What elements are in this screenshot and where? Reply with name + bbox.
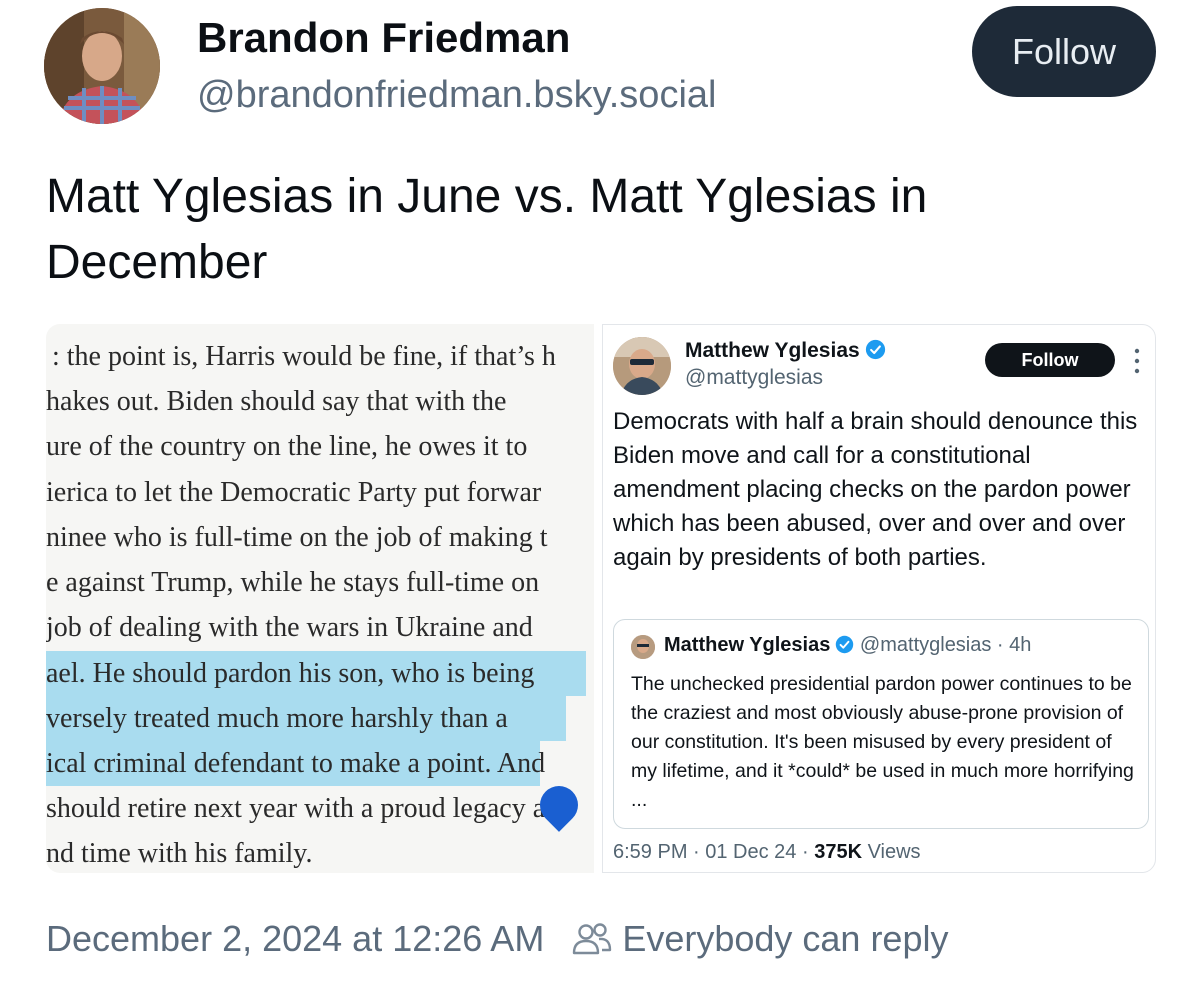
excerpt-line: nd time with his family. (46, 838, 313, 869)
tweet-text: Democrats with half a brain should denou… (613, 408, 1138, 571)
tweet-author-name-text: Matthew Yglesias (685, 339, 860, 362)
author-name[interactable]: Brandon Friedman (197, 14, 570, 62)
people-icon (573, 923, 612, 955)
excerpt-line: ure of the country on the line, he owes … (46, 431, 528, 462)
excerpt-line: hakes out. Biden should say that with th… (46, 386, 507, 417)
author-handle[interactable]: @brandonfriedman.bsky.social (197, 74, 716, 117)
tweet-views-label: Views (862, 841, 921, 863)
quoted-tweet-avatar (631, 635, 655, 659)
excerpt-line: versely treated much more harshly than a (46, 703, 508, 734)
tweet-avatar-photo (613, 337, 671, 395)
quoted-avatar-photo (631, 635, 655, 659)
post-timestamp[interactable]: December 2, 2024 at 12:26 AM (46, 918, 544, 960)
follow-button[interactable]: Follow (972, 6, 1156, 97)
post-text: Matt Yglesias in June vs. Matt Yglesias … (46, 170, 928, 289)
excerpt-line: ael. He should pardon his son, who is be… (46, 658, 535, 689)
excerpt-line: : the point is, Harris would be fine, if… (52, 341, 556, 372)
excerpt-line: ninee who is full-time on the job of mak… (46, 522, 548, 553)
excerpt-line: ierica to let the Democratic Party put f… (46, 477, 542, 508)
excerpt-line: e against Trump, while he stays full-tim… (46, 567, 540, 598)
verified-badge-icon (865, 339, 885, 360)
excerpt-line: job of dealing with the wars in Ukraine … (46, 612, 533, 643)
tweet-author-name[interactable]: Matthew Yglesias (685, 339, 886, 363)
tweet-author-handle[interactable]: @mattyglesias (685, 366, 823, 390)
tweet-meta: 6:59 PM · 01 Dec 24 · 375K Views (613, 841, 921, 864)
reply-setting[interactable]: Everybody can reply (622, 918, 948, 960)
excerpt-image[interactable]: : the point is, Harris would be fine, if… (46, 324, 594, 873)
excerpt-line: should retire next year with a proud leg… (46, 793, 546, 824)
tweet-views-count: 375K (814, 841, 863, 863)
quoted-tweet-header: Matthew Yglesias @mattyglesias · 4h (664, 634, 1031, 657)
quoted-tweet[interactable]: Matthew Yglesias @mattyglesias · 4h The … (613, 619, 1149, 829)
more-vertical-icon[interactable] (1133, 347, 1141, 375)
quoted-tweet-text: The unchecked presidential pardon power … (631, 673, 1134, 811)
excerpt-line: ical criminal defendant to make a point.… (46, 748, 546, 779)
tweet-image[interactable]: Matthew Yglesias @mattyglesias Follow De… (602, 324, 1156, 873)
tweet-time: 6:59 PM · 01 Dec 24 · (613, 841, 815, 863)
tweet-follow-button[interactable]: Follow (985, 343, 1115, 377)
verified-badge-icon (836, 635, 854, 654)
author-avatar[interactable] (44, 8, 160, 124)
avatar-photo (44, 8, 160, 124)
post-footer: December 2, 2024 at 12:26 AM Everybody c… (46, 918, 948, 960)
quoted-tweet-handle-time: @mattyglesias · 4h (859, 634, 1032, 656)
quoted-tweet-author-name: Matthew Yglesias (664, 634, 831, 656)
tweet-avatar (613, 337, 671, 395)
